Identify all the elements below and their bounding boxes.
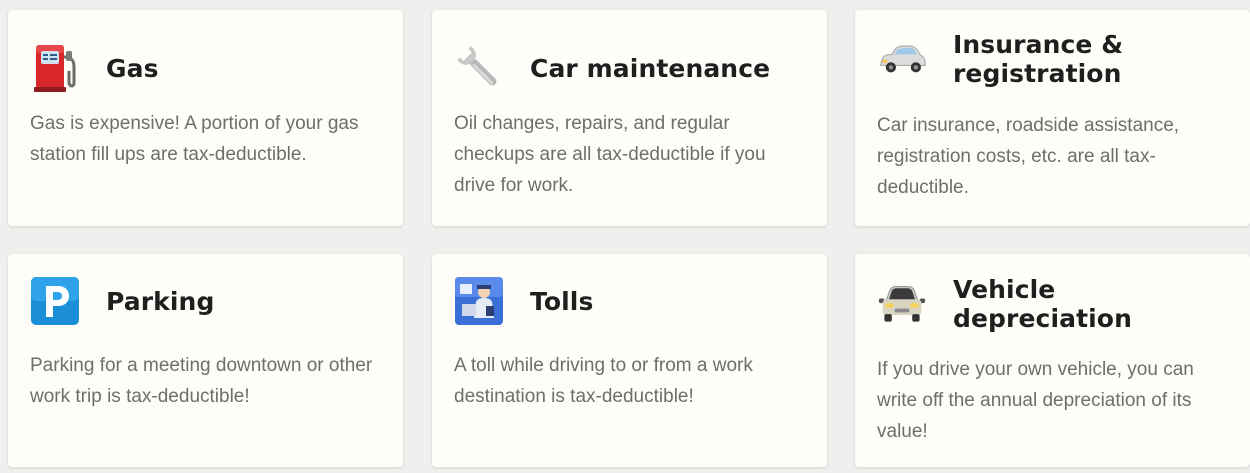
card-header: Gas — [30, 42, 389, 94]
card-description: Parking for a meeting downtown or other … — [30, 355, 373, 407]
wrench-icon — [454, 42, 504, 94]
card-parking: Parking Parking for a meeting downtown o… — [8, 254, 403, 467]
card-header: Vehicle depreciation — [877, 275, 1236, 333]
card-header: Parking — [30, 275, 389, 327]
card-title: Gas — [106, 53, 159, 83]
card-insurance-registration: Insurance & registration Car insurance, … — [855, 10, 1250, 226]
card-car-maintenance: Car maintenance Oil changes, repairs, an… — [432, 10, 827, 226]
card-description: A toll while driving to or from a work d… — [454, 355, 753, 407]
toll-booth-icon — [454, 275, 504, 327]
card-tolls: Tolls A toll while driving to or from a … — [432, 254, 827, 467]
card-gas: Gas Gas is expensive! A portion of your … — [8, 10, 403, 226]
deduction-grid: Gas Gas is expensive! A portion of your … — [0, 0, 1250, 473]
card-title: Insurance & registration — [953, 30, 1124, 88]
card-title: Tolls — [530, 286, 594, 316]
card-header: Tolls — [454, 275, 813, 327]
car-side-icon — [877, 33, 927, 85]
card-header: Car maintenance — [454, 42, 813, 94]
card-title: Parking — [106, 286, 215, 316]
parking-sign-icon — [30, 275, 80, 327]
car-front-icon — [877, 278, 927, 330]
card-description: Car insurance, roadside assistance, regi… — [877, 115, 1180, 198]
card-description: Gas is expensive! A portion of your gas … — [30, 113, 359, 165]
card-title: Car maintenance — [530, 53, 771, 83]
card-description: If you drive your own vehicle, you can w… — [877, 359, 1194, 442]
card-vehicle-depreciation: Vehicle depreciation If you drive your o… — [855, 254, 1250, 467]
card-header: Insurance & registration — [877, 30, 1236, 88]
card-description: Oil changes, repairs, and regular checku… — [454, 113, 766, 196]
fuel-pump-icon — [30, 42, 80, 94]
card-title: Vehicle depreciation — [953, 275, 1132, 333]
